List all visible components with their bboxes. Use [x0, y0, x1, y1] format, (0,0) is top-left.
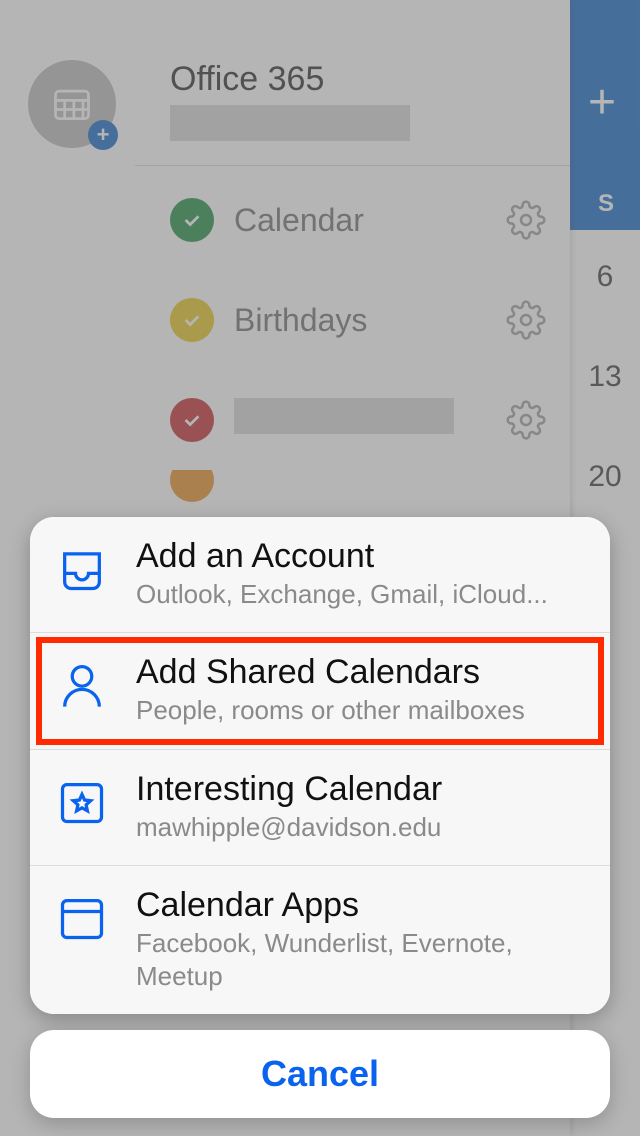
sheet-item-subtitle: Outlook, Exchange, Gmail, iCloud... — [136, 578, 548, 611]
account-title: Office 365 — [170, 60, 570, 99]
account-avatar[interactable]: + — [28, 60, 116, 148]
checkmark-icon[interactable] — [170, 470, 214, 502]
sheet-item-interesting-calendar[interactable]: Interesting Calendar mawhipple@davidson.… — [30, 750, 610, 867]
calendar-row[interactable] — [170, 370, 546, 470]
calendar-list: Calendar Birthdays — [170, 170, 546, 510]
sheet-item-title: Add an Account — [136, 537, 548, 576]
calendar-row[interactable]: Birthdays — [170, 270, 546, 370]
action-sheet-options: Add an Account Outlook, Exchange, Gmail,… — [30, 517, 610, 1015]
date-cell[interactable]: 13 — [570, 335, 640, 435]
sheet-item-add-account[interactable]: Add an Account Outlook, Exchange, Gmail,… — [30, 517, 610, 634]
sheet-item-subtitle: mawhipple@davidson.edu — [136, 811, 442, 844]
calendar-name: Calendar — [234, 202, 506, 239]
sheet-item-title: Add Shared Calendars — [136, 653, 525, 692]
person-icon — [54, 657, 110, 713]
checkmark-icon[interactable] — [170, 398, 214, 442]
sheet-item-add-shared-calendars[interactable]: Add Shared Calendars People, rooms or ot… — [30, 633, 610, 750]
checkmark-icon[interactable] — [170, 298, 214, 342]
cancel-button[interactable]: Cancel — [30, 1030, 610, 1118]
add-account-badge-icon[interactable]: + — [88, 120, 118, 150]
gear-icon[interactable] — [506, 400, 546, 440]
sheet-item-title: Interesting Calendar — [136, 770, 442, 809]
calendar-row[interactable] — [170, 470, 546, 510]
account-email-redacted — [170, 105, 410, 141]
calendar-row[interactable]: Calendar — [170, 170, 546, 270]
calendar-icon — [54, 890, 110, 946]
calendar-name-redacted — [234, 398, 506, 442]
calendar-header-strip: + S — [570, 0, 640, 230]
weekday-label: S — [598, 190, 614, 218]
add-event-icon[interactable]: + — [588, 75, 616, 130]
account-header: Office 365 — [170, 60, 570, 141]
divider — [135, 165, 570, 166]
gear-icon[interactable] — [506, 200, 546, 240]
gear-icon[interactable] — [506, 300, 546, 340]
sheet-item-title: Calendar Apps — [136, 886, 586, 925]
sheet-item-subtitle: Facebook, Wunderlist, Evernote, Meetup — [136, 927, 586, 992]
sheet-item-subtitle: People, rooms or other mailboxes — [136, 694, 525, 727]
date-cell[interactable]: 6 — [570, 235, 640, 335]
checkmark-icon[interactable] — [170, 198, 214, 242]
calendar-name: Birthdays — [234, 302, 506, 339]
sheet-item-calendar-apps[interactable]: Calendar Apps Facebook, Wunderlist, Ever… — [30, 866, 610, 1014]
star-calendar-icon — [54, 774, 110, 830]
action-sheet: Add an Account Outlook, Exchange, Gmail,… — [30, 517, 610, 1119]
inbox-icon — [54, 541, 110, 597]
date-column: 6 13 20 — [570, 235, 640, 535]
